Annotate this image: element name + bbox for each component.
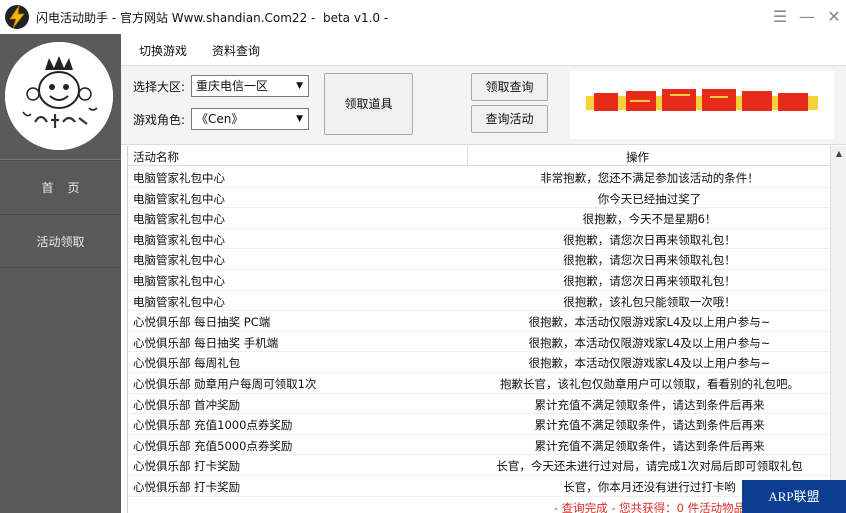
table-row[interactable]: 心悦俱乐部 每日抽奖 手机端 很抱歉，本活动仅限游戏家L4及以上用户参与~ xyxy=(128,332,831,353)
watermark-logo: ARP联盟 arpun.com xyxy=(742,480,846,513)
column-header-operation[interactable]: 操作 xyxy=(626,149,649,165)
activity-name-cell: 电脑管家礼包中心 xyxy=(133,191,225,206)
activity-name-cell: 电脑管家礼包中心 xyxy=(133,212,225,227)
operation-result-cell: 很抱歉，该礼包只能领取一次哦！ xyxy=(563,294,736,309)
promo-banner xyxy=(570,71,834,139)
scroll-up-arrow-icon[interactable]: ▲ xyxy=(831,146,846,162)
table-row[interactable]: 电脑管家礼包中心 非常抱歉，您还不满足参加该活动的条件！ xyxy=(128,167,831,188)
table-row[interactable]: 电脑管家礼包中心 你今天已经抽过奖了 xyxy=(128,188,831,209)
activity-name-cell: 电脑管家礼包中心 xyxy=(133,232,225,247)
chevron-down-icon: ▼ xyxy=(296,114,303,124)
table-row[interactable]: 心悦俱乐部 每日抽奖 PC端 很抱歉，本活动仅限游戏家L4及以上用户参与~ xyxy=(128,311,831,332)
role-select[interactable]: 《Cen》 ▼ xyxy=(191,108,309,130)
sidebar: 首页 活动领取 xyxy=(0,34,121,513)
zone-label: 选择大区: xyxy=(133,80,186,94)
table-row[interactable]: 心悦俱乐部 打卡奖励 长官，你本月还没有进行过打卡哟 xyxy=(128,476,831,497)
sidebar-item-home[interactable]: 首页 xyxy=(0,160,121,214)
table-header: 活动名称 操作 xyxy=(128,146,831,166)
promo-banner-graphic xyxy=(586,89,818,111)
activity-name-cell: 电脑管家礼包中心 xyxy=(133,294,225,309)
operation-result-cell: 很抱歉，请您次日再来领取礼包！ xyxy=(563,274,736,288)
avatar xyxy=(5,42,113,150)
cartoon-avatar-icon xyxy=(5,42,113,150)
activity-name-cell: 心悦俱乐部 充值5000点券奖励 xyxy=(133,438,293,453)
table-row[interactable]: 心悦俱乐部 勋章用户每周可领取1次 抱歉长官，该礼包仅勋章用户可以领取，看看别的礼… xyxy=(128,373,831,394)
table-row[interactable]: 心悦俱乐部 首冲奖励 累计充值不满足领取条件，请达到条件后再来 xyxy=(128,394,831,415)
activity-name-cell: 电脑管家礼包中心 xyxy=(133,274,225,288)
operation-result-cell: 累计充值不满足领取条件，请达到条件后再来 xyxy=(534,438,765,453)
activity-name-cell: 电脑管家礼包中心 xyxy=(133,253,225,268)
avatar-panel xyxy=(0,34,121,158)
activity-name-cell: 心悦俱乐部 每日抽奖 手机端 xyxy=(133,335,279,350)
operation-result-cell: 很抱歉，请您次日再来领取礼包！ xyxy=(563,232,736,247)
role-select-value: 《Cen》 xyxy=(196,112,244,126)
table-row[interactable]: 电脑管家礼包中心 很抱歉，请您次日再来领取礼包！ xyxy=(128,270,831,291)
operation-result-cell: 很抱歉，本活动仅限游戏家L4及以上用户参与~ xyxy=(528,335,771,350)
activity-table: 活动名称 操作 电脑管家礼包中心 非常抱歉，您还不满足参加该活动的条件！ 电脑管家礼… xyxy=(127,146,831,513)
operation-result-cell: 非常抱歉，您还不满足参加该活动的条件！ xyxy=(540,171,759,185)
activity-name-cell: 电脑管家礼包中心 xyxy=(133,171,225,185)
activity-name-cell: 心悦俱乐部 打卡奖励 xyxy=(133,459,241,474)
column-divider xyxy=(467,146,468,166)
activity-name-cell: 心悦俱乐部 勋章用户每周可领取1次 xyxy=(133,377,317,391)
table-row[interactable]: 电脑管家礼包中心 很抱歉，该礼包只能领取一次哦！ xyxy=(128,291,831,312)
tab-switch-game[interactable]: 切换游戏 xyxy=(139,42,187,59)
window-title: 闪电活动助手 - 官方网站 Www.shandian.Com22 - beta … xyxy=(36,11,389,25)
column-header-activity-name[interactable]: 活动名称 xyxy=(133,149,179,165)
activity-name-cell: 心悦俱乐部 打卡奖励 xyxy=(133,480,241,494)
minimize-icon[interactable]: — xyxy=(796,6,818,28)
table-row[interactable]: 心悦俱乐部 每周礼包 很抱歉，本活动仅限游戏家L4及以上用户参与~ xyxy=(128,352,831,373)
table-row[interactable]: 电脑管家礼包中心 很抱歉，今天不是星期6！ xyxy=(128,208,831,229)
table-row[interactable]: 电脑管家礼包中心 很抱歉，请您次日再来领取礼包！ xyxy=(128,249,831,270)
claim-query-button[interactable]: 领取查询 xyxy=(471,73,548,101)
close-icon[interactable]: ✕ xyxy=(823,6,845,28)
activity-name-cell: 心悦俱乐部 每周礼包 xyxy=(133,356,241,371)
role-label: 游戏角色: xyxy=(133,113,186,127)
activity-name-cell: 心悦俱乐部 每日抽奖 PC端 xyxy=(133,315,271,330)
operation-result-cell: 累计充值不满足领取条件，请达到条件后再来 xyxy=(534,397,765,412)
table-row[interactable]: 心悦俱乐部 充值5000点券奖励 累计充值不满足领取条件，请达到条件后再来 xyxy=(128,435,831,456)
operation-result-cell: 长官，今天还未进行过对局，请完成1次对局后即可领取礼包 xyxy=(496,459,803,474)
chevron-down-icon: ▼ xyxy=(296,81,303,91)
menu-icon[interactable]: ☰ xyxy=(769,6,791,28)
tab-data-query[interactable]: 资料查询 xyxy=(212,42,260,59)
query-activity-button[interactable]: 查询活动 xyxy=(471,105,548,133)
table-row[interactable]: 电脑管家礼包中心 很抱歉，请您次日再来领取礼包！ xyxy=(128,229,831,250)
operation-result-cell: 你今天已经抽过奖了 xyxy=(597,191,702,206)
operation-result-cell: 抱歉长官，该礼包仅勋章用户可以领取，看看别的礼包吧。 xyxy=(500,377,799,391)
zone-select-value: 重庆电信一区 xyxy=(196,79,269,93)
activity-name-cell: 心悦俱乐部 充值1000点券奖励 xyxy=(133,418,293,433)
table-row[interactable]: 心悦俱乐部 充值1000点券奖励 累计充值不满足领取条件，请达到条件后再来 xyxy=(128,414,831,435)
controls-panel: 选择大区: 重庆电信一区 ▼ 游戏角色: 《Cen》 ▼ 领取道具 领取查询 查… xyxy=(121,65,846,145)
operation-result-cell: 很抱歉，本活动仅限游戏家L4及以上用户参与~ xyxy=(528,315,771,330)
operation-result-cell: 很抱歉，请您次日再来领取礼包！ xyxy=(563,253,736,268)
lightning-icon xyxy=(5,5,29,29)
sidebar-item-activity-claim[interactable]: 活动领取 xyxy=(0,214,121,268)
table-row[interactable]: - 查询完成 - 您共获得：0 件活动物品 xyxy=(128,497,831,513)
claim-items-button[interactable]: 领取道具 xyxy=(324,73,413,135)
table-row[interactable]: 心悦俱乐部 打卡奖励 长官，今天还未进行过对局，请完成1次对局后即可领取礼包 xyxy=(128,455,831,476)
zone-select[interactable]: 重庆电信一区 ▼ xyxy=(191,75,309,97)
activity-name-cell: 心悦俱乐部 首冲奖励 xyxy=(133,397,241,412)
operation-result-cell: 很抱歉，今天不是星期6！ xyxy=(582,212,717,227)
operation-result-cell: 累计充值不满足领取条件，请达到条件后再来 xyxy=(534,418,765,433)
vertical-scrollbar[interactable]: ▲ xyxy=(830,146,846,513)
title-bar: 闪电活动助手 - 官方网站 Www.shandian.Com22 - beta … xyxy=(0,0,846,34)
operation-result-cell: 很抱歉，本活动仅限游戏家L4及以上用户参与~ xyxy=(528,356,771,371)
top-nav: 切换游戏 资料查询 xyxy=(121,34,846,65)
